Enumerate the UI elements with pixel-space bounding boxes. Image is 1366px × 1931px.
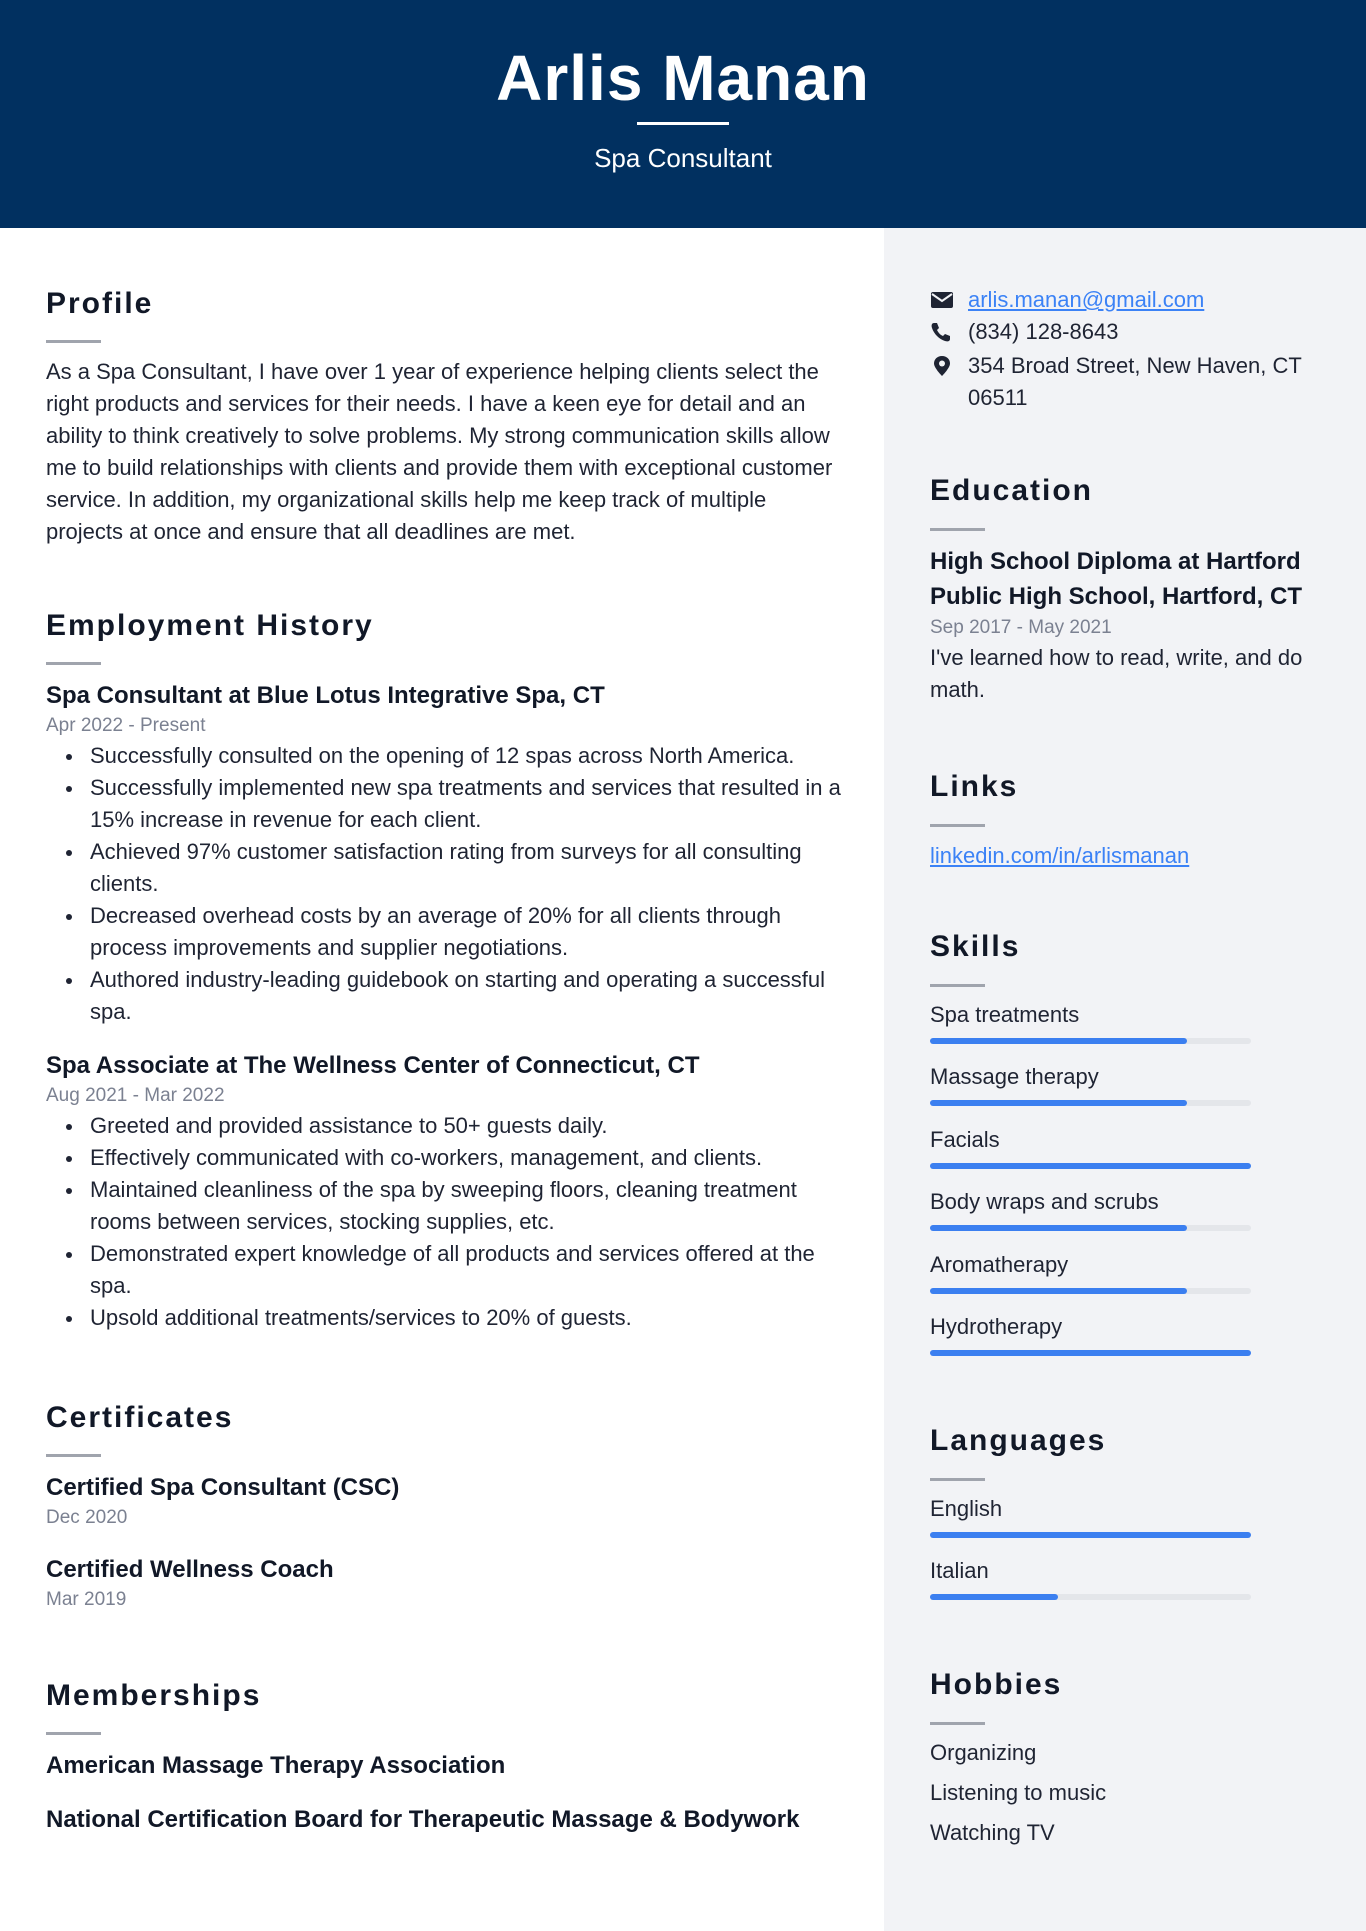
profile-text: As a Spa Consultant, I have over 1 year …	[46, 359, 833, 544]
language-level-bar	[930, 1594, 1251, 1601]
job-entry: Spa Associate at The Wellness Center of …	[46, 1050, 846, 1334]
skill-level-bar	[930, 1038, 1251, 1044]
profile-divider	[46, 340, 101, 343]
skill-name: Facials	[930, 1126, 1000, 1152]
skill-name: Body wraps and scrubs	[930, 1189, 1159, 1215]
skill-name: Massage therapy	[930, 1064, 1099, 1090]
profile-heading: Profile	[46, 287, 154, 320]
language-name: English	[930, 1496, 1003, 1521]
skill-name: Aromatherapy	[930, 1251, 1069, 1277]
links-divider	[930, 824, 985, 827]
language-level-bar	[930, 1532, 1251, 1538]
map-pin-icon	[934, 356, 950, 376]
hobby-item: Watching TV	[930, 1820, 1055, 1845]
skill-level-bar	[930, 1287, 1251, 1294]
certificate-date: Dec 2020	[46, 1507, 128, 1528]
skill-name: Hydrotherapy	[930, 1314, 1063, 1339]
job-bullet: Demonstrated expert knowledge of all pro…	[46, 1238, 846, 1302]
candidate-title: Spa Consultant	[594, 143, 772, 173]
skill-level-fill	[930, 1038, 1187, 1044]
language-level-fill	[930, 1532, 1251, 1538]
job-bullet: Upsold additional treatments/services to…	[46, 1302, 846, 1334]
hobbies-divider	[930, 1722, 985, 1725]
certificate-date: Mar 2019	[46, 1589, 127, 1610]
job-bullet: Effectively communicated with co-workers…	[46, 1142, 846, 1174]
job-dates: Aug 2021 - Mar 2022	[46, 1085, 225, 1106]
education-entry: High School Diploma at Hartford Public H…	[930, 544, 1340, 706]
certificate-name: Certified Wellness Coach	[46, 1556, 334, 1583]
skill-level-fill	[930, 1100, 1187, 1107]
job-entry: Spa Consultant at Blue Lotus Integrative…	[46, 680, 846, 1028]
hobbies-heading: Hobbies	[930, 1668, 1063, 1701]
job-bullet: Maintained cleanliness of the spa by swe…	[46, 1174, 846, 1238]
language-name: Italian	[930, 1558, 989, 1584]
job-bullet: Achieved 97% customer satisfaction ratin…	[46, 836, 846, 900]
job-bullets: Successfully consulted on the opening of…	[46, 740, 846, 1028]
phone-number: (834) 128-8643	[968, 319, 1119, 344]
education-dates: Sep 2017 - May 2021	[930, 617, 1112, 638]
languages-heading: Languages	[930, 1424, 1107, 1457]
certificates-heading: Certificates	[46, 1401, 234, 1434]
job-bullets: Greeted and provided assistance to 50+ g…	[46, 1110, 846, 1334]
skill-level-bar	[930, 1225, 1251, 1232]
candidate-name: Arlis Manan	[496, 42, 870, 114]
hobby-item: Organizing	[930, 1740, 1037, 1765]
certificate-name: Certified Spa Consultant (CSC)	[46, 1474, 400, 1501]
job-bullet: Authored industry-leading guidebook on s…	[46, 964, 846, 1028]
skill-level-bar	[930, 1100, 1251, 1107]
header-divider	[637, 122, 729, 125]
skills-heading: Skills	[930, 930, 1021, 963]
memberships-heading: Memberships	[46, 1679, 262, 1712]
skill-name: Spa treatments	[930, 1002, 1080, 1027]
envelope-icon	[931, 292, 953, 308]
email-link[interactable]: arlis.manan@gmail.com	[968, 284, 1358, 316]
links-heading: Links	[930, 770, 1019, 803]
skill-level-bar	[930, 1350, 1251, 1356]
language-level-fill	[930, 1594, 1059, 1601]
resume-header: Arlis Manan Spa Consultant	[0, 0, 1366, 228]
job-bullet: Successfully implemented new spa treatme…	[46, 772, 846, 836]
education-heading: Education	[930, 474, 1094, 507]
skill-level-bar	[930, 1162, 1251, 1169]
languages-divider	[930, 1478, 985, 1481]
phone-icon	[931, 323, 950, 342]
job-bullet: Decreased overhead costs by an average o…	[46, 900, 846, 964]
job-title: Spa Associate at The Wellness Center of …	[46, 1052, 700, 1079]
education-divider	[930, 528, 985, 531]
employment-heading: Employment History	[46, 609, 374, 642]
membership-item: American Massage Therapy Association	[46, 1752, 506, 1779]
certificate-item: Certified Wellness Coach Mar 2019	[46, 1554, 846, 1614]
address-text: 354 Broad Street, New Haven, CT 06511	[968, 353, 1302, 410]
skill-level-fill	[930, 1287, 1187, 1294]
certificate-item: Certified Spa Consultant (CSC) Dec 2020	[46, 1472, 846, 1532]
job-bullet: Successfully consulted on the opening of…	[46, 740, 846, 772]
education-degree: High School Diploma at Hartford Public H…	[930, 548, 1302, 610]
memberships-divider	[46, 1732, 101, 1735]
skill-level-fill	[930, 1162, 1251, 1169]
skill-level-fill	[930, 1225, 1187, 1232]
employment-divider	[46, 662, 101, 665]
job-bullet: Greeted and provided assistance to 50+ g…	[46, 1110, 846, 1142]
linkedin-link[interactable]: linkedin.com/in/arlismanan	[930, 840, 1189, 872]
education-description: I've learned how to read, write, and do …	[930, 645, 1303, 702]
membership-item: National Certification Board for Therape…	[46, 1806, 800, 1833]
job-title: Spa Consultant at Blue Lotus Integrative…	[46, 682, 605, 709]
skill-level-fill	[930, 1350, 1251, 1356]
hobby-item: Listening to music	[930, 1780, 1107, 1805]
job-dates: Apr 2022 - Present	[46, 715, 206, 736]
certificates-divider	[46, 1454, 101, 1457]
skills-divider	[930, 984, 985, 987]
